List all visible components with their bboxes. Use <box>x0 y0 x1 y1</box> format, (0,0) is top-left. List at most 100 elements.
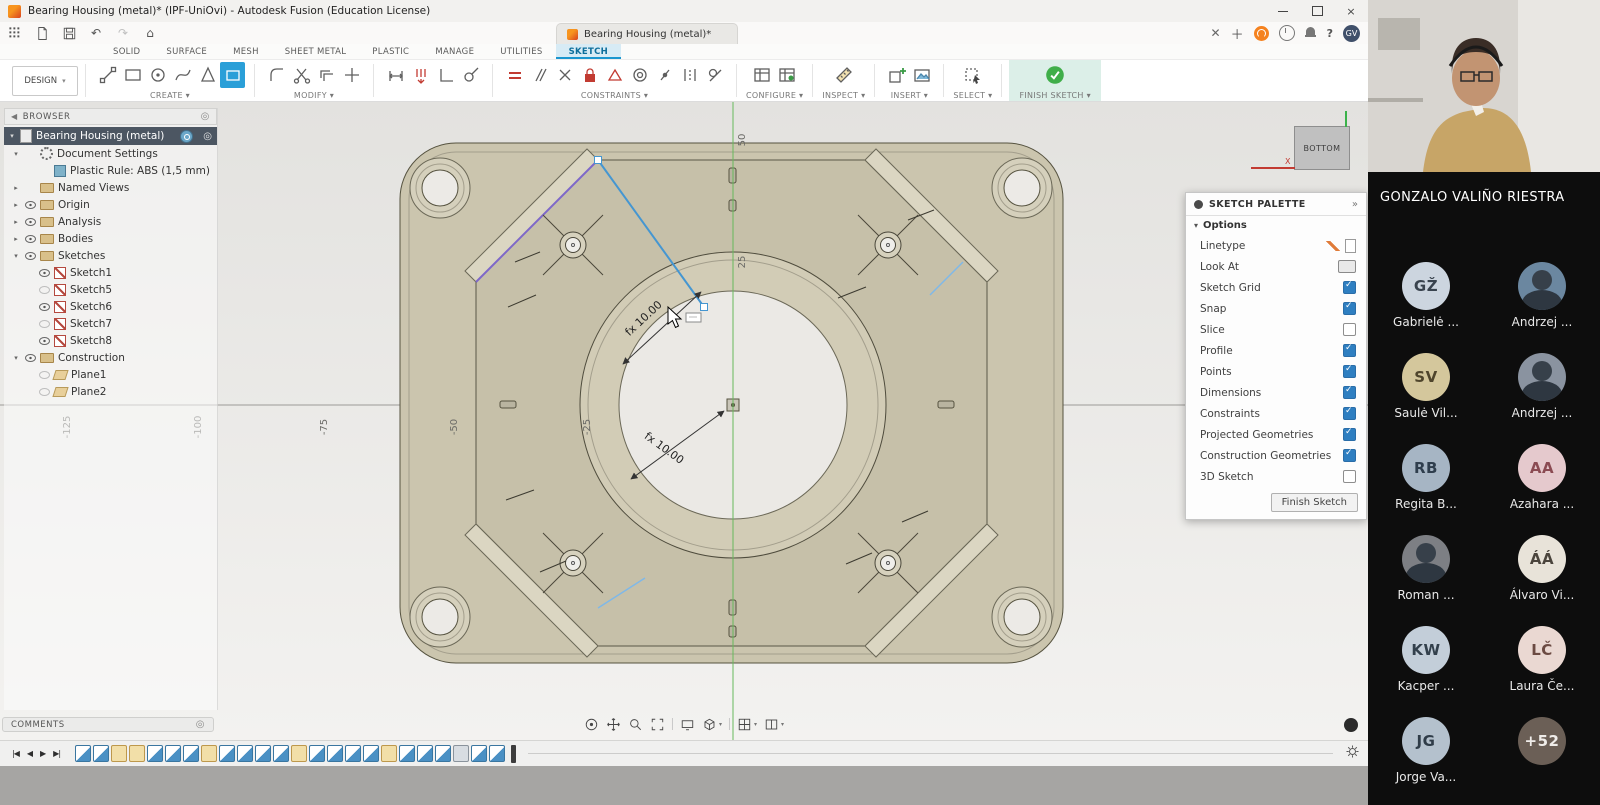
configuration-table-icon[interactable] <box>750 62 775 88</box>
timeline-feature-icon[interactable] <box>345 745 361 762</box>
browser-item[interactable]: Sketch7 <box>4 315 217 332</box>
circle-leader-icon[interactable] <box>458 62 483 88</box>
app-grid-icon[interactable] <box>6 24 24 42</box>
concentric-constraint-icon[interactable] <box>627 62 652 88</box>
zoom-icon[interactable] <box>628 717 643 732</box>
browser-item[interactable]: Sketch6 <box>4 298 217 315</box>
configure-group-label[interactable]: CONFIGURE ▾ <box>746 91 803 100</box>
ribbon-tab[interactable]: SURFACE <box>153 44 220 59</box>
look-at-icon[interactable] <box>680 717 695 732</box>
ribbon-tab[interactable]: MESH <box>220 44 272 59</box>
timeline-feature-icon[interactable] <box>147 745 163 762</box>
timeline-feature-icon[interactable] <box>183 745 199 762</box>
timeline-feature-icon[interactable] <box>219 745 235 762</box>
browser-item[interactable]: Construction <box>4 349 217 366</box>
browser-item[interactable]: Sketch8 <box>4 332 217 349</box>
insert-plus-icon[interactable] <box>884 62 909 88</box>
timeline-feature-icon[interactable] <box>417 745 433 762</box>
finish-sketch-check-icon[interactable] <box>1043 62 1068 88</box>
timeline-feature-icon[interactable] <box>75 745 91 762</box>
sketch-dimension-icon[interactable] <box>383 62 408 88</box>
visibility-eye-icon[interactable] <box>24 252 36 260</box>
ribbon-tab[interactable]: SKETCH <box>556 44 621 59</box>
playback-button[interactable]: ▶| <box>53 749 60 758</box>
offset-tool-icon[interactable] <box>314 62 339 88</box>
timeline-feature-icon[interactable] <box>111 745 127 762</box>
display-settings-icon[interactable]: ▾ <box>702 717 722 732</box>
symmetry-constraint-icon[interactable] <box>677 62 702 88</box>
finish-sketch-group[interactable]: FINISH SKETCH ▾ <box>1009 60 1100 101</box>
webcam-video[interactable] <box>1368 0 1600 172</box>
user-avatar[interactable]: GV <box>1343 25 1360 42</box>
constraints-group-label[interactable]: CONSTRAINTS ▾ <box>581 91 648 100</box>
participant-tile[interactable]: KW Kacper ... <box>1376 626 1476 693</box>
redo-icon[interactable]: ↷ <box>114 24 132 42</box>
ribbon-tab[interactable]: PLASTIC <box>359 44 422 59</box>
browser-item[interactable]: Bodies <box>4 230 217 247</box>
parallel-constraint-icon[interactable] <box>527 62 552 88</box>
equal-constraint-icon[interactable] <box>502 62 527 88</box>
timeline-feature-icon[interactable] <box>237 745 253 762</box>
participant-tile[interactable]: SV Saulė Vil... <box>1376 353 1476 420</box>
playback-button[interactable]: |◀ <box>12 749 19 758</box>
edit-configuration-icon[interactable] <box>775 62 800 88</box>
ribbon-tab[interactable]: SHEET METAL <box>272 44 360 59</box>
home-icon[interactable]: ⌂ <box>141 24 159 42</box>
measure-ruler-icon[interactable] <box>831 62 856 88</box>
minimize-button[interactable] <box>1266 0 1300 22</box>
timeline-marker[interactable] <box>511 745 516 763</box>
insert-image-icon[interactable] <box>909 62 934 88</box>
participant-tile[interactable]: LČ Laura Če... <box>1492 626 1592 693</box>
participant-tile[interactable]: RB Regita B... <box>1376 444 1476 511</box>
new-tab-icon[interactable]: ＋ <box>1231 24 1244 43</box>
timeline-feature-icon[interactable] <box>471 745 487 762</box>
view-cube-face-label[interactable]: BOTTOM <box>1304 144 1341 153</box>
timeline-feature-icon[interactable] <box>435 745 451 762</box>
timeline-feature-icon[interactable] <box>129 745 145 762</box>
linetype-icons[interactable] <box>1325 239 1356 253</box>
inspect-group-label[interactable]: INSPECT ▾ <box>822 91 865 100</box>
corner-tool-icon[interactable] <box>433 62 458 88</box>
participant-tile[interactable]: ÁÁ Álvaro Vi... <box>1492 535 1592 602</box>
option-checkbox[interactable] <box>1343 344 1356 357</box>
browser-item[interactable]: Named Views <box>4 179 217 196</box>
timeline-feature-icon[interactable] <box>399 745 415 762</box>
timeline-feature-icon[interactable] <box>381 745 397 762</box>
look-at-icon[interactable] <box>1338 260 1356 273</box>
browser-item[interactable]: Plane1 <box>4 366 217 383</box>
finish-sketch-button[interactable]: Finish Sketch <box>1271 493 1358 512</box>
participant-tile[interactable]: Andrzej ... <box>1492 353 1592 420</box>
visibility-eye-icon[interactable] <box>38 320 50 328</box>
help-icon[interactable]: ? <box>1327 27 1333 40</box>
option-checkbox[interactable] <box>1343 470 1356 483</box>
visibility-eye-icon[interactable] <box>24 235 36 243</box>
model-canvas[interactable]: fx 10.00 fx 10.00 -125 -100 -75 -50 -25 … <box>0 102 1368 740</box>
close-tab-icon[interactable]: ✕ <box>1211 26 1221 40</box>
timeline-feature-icon[interactable] <box>273 745 289 762</box>
timeline-feature-icon[interactable] <box>165 745 181 762</box>
playback-button[interactable]: ▶ <box>40 749 45 758</box>
close-button[interactable]: × <box>1334 0 1368 22</box>
polygon-constraint-icon[interactable] <box>602 62 627 88</box>
option-checkbox[interactable] <box>1343 386 1356 399</box>
file-menu-icon[interactable] <box>33 24 51 42</box>
timeline-feature-icon[interactable] <box>201 745 217 762</box>
spline-tool-icon[interactable] <box>170 62 195 88</box>
fix-lock-icon[interactable] <box>577 62 602 88</box>
insert-group-label[interactable]: INSERT ▾ <box>891 91 928 100</box>
ribbon-tab[interactable]: SOLID <box>100 44 153 59</box>
option-checkbox[interactable] <box>1343 302 1356 315</box>
option-checkbox[interactable] <box>1343 281 1356 294</box>
undo-icon[interactable]: ↶ <box>87 24 105 42</box>
pan-icon[interactable] <box>606 717 621 732</box>
comments-target-icon[interactable] <box>196 719 205 730</box>
create-group-label[interactable]: CREATE ▾ <box>150 91 190 100</box>
browser-item[interactable]: Analysis <box>4 213 217 230</box>
browser-item[interactable]: Plastic Rule: ABS (1,5 mm) <box>4 162 217 179</box>
line-tool-icon[interactable] <box>95 62 120 88</box>
option-checkbox[interactable] <box>1343 323 1356 336</box>
participant-tile[interactable]: Roman ... <box>1376 535 1476 602</box>
browser-item[interactable]: Document Settings <box>4 145 217 162</box>
job-status-icon[interactable] <box>1254 26 1269 41</box>
grid-settings-icon[interactable]: ▾ <box>737 717 757 732</box>
